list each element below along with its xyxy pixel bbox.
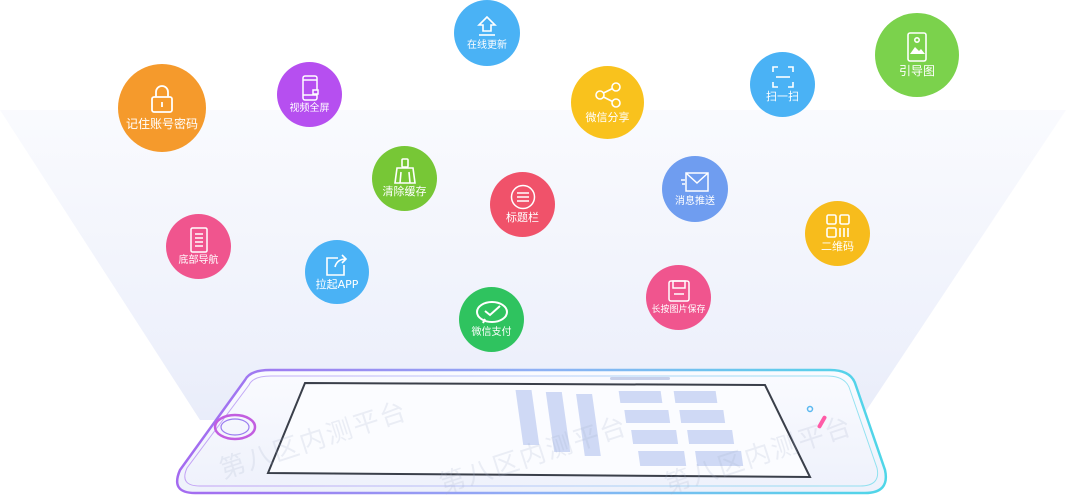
feature-label: 引导图: [898, 63, 935, 78]
feature-open-app[interactable]: 拉起APP: [305, 240, 369, 304]
feature-video-fullscreen[interactable]: 视频全屏: [277, 62, 342, 127]
share-icon: [594, 81, 622, 109]
feature-remember-password[interactable]: 记住账号密码: [118, 64, 206, 152]
feature-scan[interactable]: 扫一扫: [750, 52, 815, 117]
upload-arrow-icon: [475, 14, 499, 38]
feature-label: 二维码: [821, 240, 854, 254]
feature-clear-cache[interactable]: 清除缓存: [372, 146, 437, 211]
envelope-icon: [680, 171, 710, 193]
feature-title-bar[interactable]: 标题栏: [490, 172, 555, 237]
feature-bottom-nav[interactable]: 底部导航: [166, 214, 231, 279]
feature-label: 清除缓存: [382, 185, 427, 199]
feature-push-message[interactable]: 消息推送: [662, 156, 728, 222]
feature-guide-page[interactable]: 引导图: [875, 13, 959, 97]
feature-label: 记住账号密码: [125, 117, 198, 132]
feature-label: 底部导航: [178, 254, 219, 266]
feature-label: 扫一扫: [766, 90, 799, 104]
broom-icon: [393, 158, 417, 184]
phone-screen-icon: [301, 75, 319, 101]
feature-online-update[interactable]: 在线更新: [454, 0, 520, 66]
feature-label: 视频全屏: [289, 102, 330, 114]
feature-wechat-pay[interactable]: 微信支付: [459, 287, 524, 352]
qrcode-icon: [825, 213, 851, 239]
feature-label: 长按图片保存: [651, 304, 706, 315]
feature-label: 微信支付: [471, 327, 512, 339]
guide-image-icon: [906, 31, 928, 62]
feature-wechat-share[interactable]: 微信分享: [571, 66, 644, 139]
save-icon: [667, 280, 690, 302]
wechat-pay-icon: [474, 300, 510, 326]
scan-icon: [771, 65, 795, 89]
external-link-icon: [324, 253, 350, 277]
nav-doc-icon: [189, 227, 209, 253]
feature-label: 消息推送: [675, 195, 715, 207]
lock-icon: [149, 84, 175, 114]
feature-qr-code[interactable]: 二维码: [805, 201, 870, 266]
feature-save-image[interactable]: 长按图片保存: [646, 265, 711, 330]
feature-label: 微信分享: [585, 110, 630, 124]
list-icon: [510, 184, 536, 210]
feature-label: 标题栏: [506, 211, 539, 225]
feature-label: 拉起APP: [315, 277, 359, 291]
feature-label: 在线更新: [467, 40, 507, 52]
